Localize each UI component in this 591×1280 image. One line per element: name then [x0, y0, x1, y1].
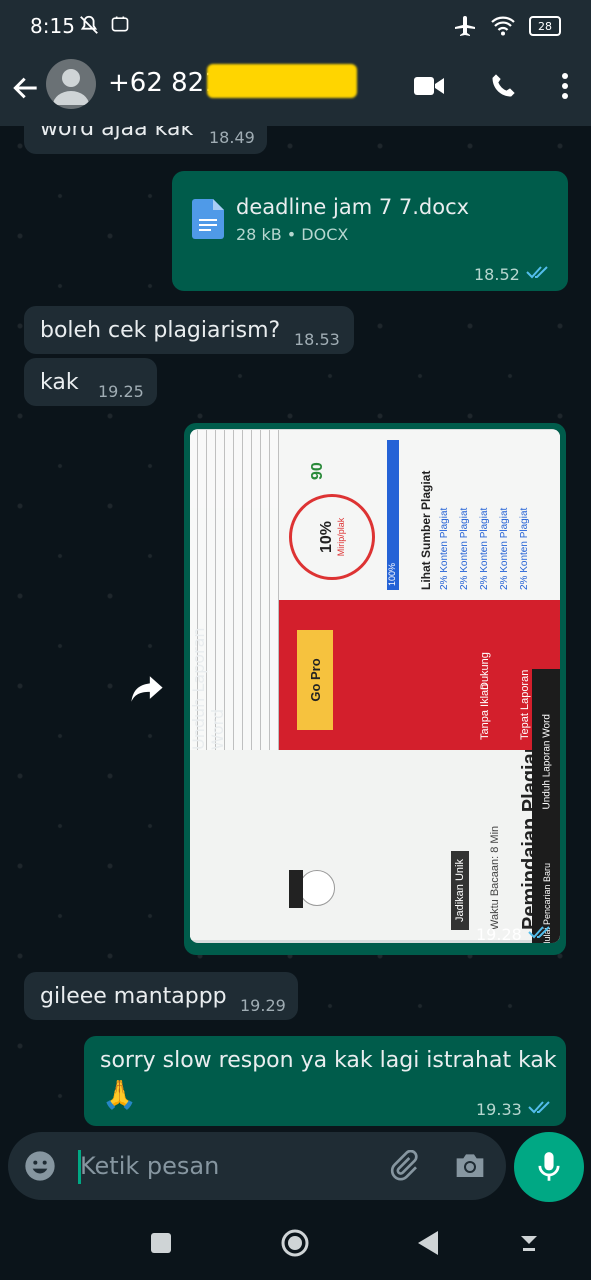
- image-photo[interactable]: Pemindaian Plagiarisme Waktu Bacaan: 8 M…: [190, 429, 560, 943]
- file-name: deadline jam 7 7.docx: [236, 195, 470, 219]
- wifi-icon: [491, 16, 515, 36]
- notification-app-icon: [111, 16, 129, 32]
- read-ticks-icon: [526, 266, 548, 279]
- recents-icon[interactable]: [150, 1232, 172, 1254]
- attach-icon[interactable]: [388, 1150, 420, 1182]
- status-bar: 8:15 28: [0, 0, 591, 52]
- message-outgoing[interactable]: sorry slow respon ya kak lagi istrahat k…: [84, 1036, 566, 1126]
- message-input-box[interactable]: Ketik pesan: [8, 1132, 506, 1200]
- message-time: 18.49: [209, 128, 255, 147]
- message-text: sorry slow respon ya kak lagi istrahat k…: [100, 1048, 557, 1073]
- similarity-percent: 10%: [318, 520, 335, 554]
- message-time: 19.25: [98, 382, 144, 401]
- system-nav-bar: [0, 1208, 591, 1280]
- message-time: 18.53: [294, 330, 340, 349]
- message-time: 18.52: [474, 265, 520, 284]
- photographed-screen: Pemindaian Plagiarisme Waktu Bacaan: 8 M…: [190, 430, 560, 940]
- read-ticks-icon: [528, 1101, 550, 1114]
- source-item: 2% Konten Plagiat: [519, 507, 530, 590]
- progress-bar: 100%: [387, 440, 399, 590]
- video-call-icon[interactable]: [413, 74, 445, 98]
- message-input[interactable]: Ketik pesan: [80, 1152, 219, 1180]
- message-text: kak: [40, 370, 79, 395]
- message-text: gileee mantappp: [40, 984, 227, 1009]
- similarity-ring: 10% Mirip/plak: [289, 494, 375, 580]
- document-icon: [192, 199, 224, 239]
- chat-area[interactable]: word ajaa kak 18.49 deadline jam 7 7.doc…: [0, 126, 591, 1132]
- source-heading: Lihat Sumber Plagiat: [419, 470, 433, 590]
- file-meta: 28 kB • DOCX: [236, 225, 349, 244]
- source-item: 2% Konten Plagiat: [459, 507, 470, 590]
- redaction-mark: [207, 64, 357, 98]
- download-button-strip: Unduh Laporan Word Mulai Pencarian Baru: [532, 669, 560, 943]
- message-time: 19.28: [476, 925, 522, 944]
- pray-emoji: 🙏: [102, 1078, 137, 1111]
- go-pro-button: Go Pro: [297, 630, 333, 730]
- message-text: boleh cek plagiarism?: [40, 318, 281, 343]
- battery-icon: 28: [529, 16, 561, 36]
- promo-banner: Go Pro Tanpa Iklan Dukung Tepat Laporan: [279, 600, 560, 750]
- message-text: word ajaa kak: [40, 126, 194, 141]
- back-nav-icon[interactable]: [416, 1230, 440, 1256]
- source-list: 2% Konten Plagiat 2% Konten Plagiat 2% K…: [439, 508, 539, 590]
- mute-icon: [80, 15, 98, 34]
- read-ticks-icon: [528, 926, 550, 939]
- banner-button-3: Tepat Laporan: [519, 669, 531, 740]
- emoji-icon[interactable]: [24, 1150, 56, 1182]
- status-time: 8:15: [30, 14, 75, 38]
- chat-header: +62 821: [0, 52, 591, 126]
- message-time: 19.29: [240, 996, 286, 1015]
- progress-label: 100%: [387, 562, 397, 586]
- mic-button[interactable]: [514, 1132, 584, 1202]
- source-item: 2% Konten Plagiat: [479, 507, 490, 590]
- more-options-icon[interactable]: [561, 72, 569, 100]
- snowman-illustration: [279, 860, 349, 920]
- home-icon[interactable]: [280, 1228, 310, 1258]
- source-item: 2% Konten Plagiat: [439, 507, 450, 590]
- message-incoming[interactable]: word ajaa kak 18.49: [24, 126, 267, 154]
- message-incoming[interactable]: kak 19.25: [24, 358, 157, 406]
- contact-name[interactable]: +62 821: [108, 68, 221, 98]
- unique-percent: 90: [309, 462, 326, 480]
- reading-time: Waktu Bacaan: 8 Min: [489, 825, 501, 930]
- hide-keyboard-icon[interactable]: [518, 1232, 540, 1254]
- camera-icon[interactable]: [454, 1150, 486, 1180]
- banner-button-1: Tanpa Iklan: [479, 683, 491, 740]
- microphone-icon: [538, 1152, 560, 1181]
- message-outgoing-image[interactable]: Pemindaian Plagiarisme Waktu Bacaan: 8 M…: [184, 423, 566, 955]
- message-outgoing-document[interactable]: deadline jam 7 7.docx 28 kB • DOCX 18.52: [172, 171, 568, 291]
- message-time: 19.33: [476, 1100, 522, 1119]
- airplane-icon: [455, 16, 475, 36]
- jadikan-unik-button: Jadikan Unik: [451, 851, 469, 930]
- forward-icon[interactable]: [130, 674, 164, 704]
- composer: Ketik pesan: [0, 1132, 591, 1204]
- message-incoming[interactable]: boleh cek plagiarism? 18.53: [24, 306, 354, 354]
- similarity-label: Mirip/plak: [336, 517, 346, 557]
- source-item: 2% Konten Plagiat: [499, 507, 510, 590]
- banner-button-2: Dukung: [479, 652, 491, 690]
- avatar[interactable]: [46, 59, 96, 109]
- back-arrow-icon[interactable]: [10, 72, 42, 104]
- message-incoming[interactable]: gileee mantappp 19.29: [24, 972, 298, 1020]
- voice-call-icon[interactable]: [489, 72, 517, 100]
